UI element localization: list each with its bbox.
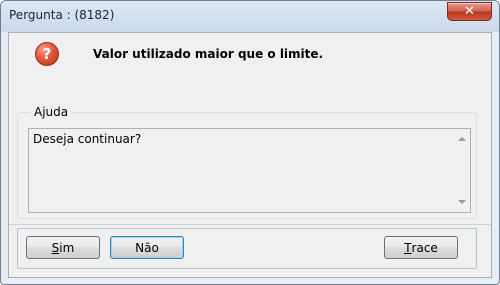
question-icon-glyph: ? (42, 45, 52, 63)
title-bar[interactable]: Pergunta : (8182) ✕ (1, 1, 499, 32)
scroll-down-arrow-icon[interactable] (458, 200, 466, 204)
dialog-window: Pergunta : (8182) ✕ ? Valor utilizado ma… (0, 0, 500, 285)
help-group: Ajuda Deseja continuar? (17, 105, 477, 219)
window-title: Pergunta : (8182) (9, 8, 115, 22)
close-icon: ✕ (464, 4, 475, 19)
no-button-label: Não (135, 240, 159, 255)
close-button[interactable]: ✕ (447, 2, 492, 21)
yes-button-label: im (59, 240, 75, 255)
help-scrollbar[interactable] (455, 129, 470, 212)
no-button[interactable]: Não (110, 236, 184, 259)
trace-button-mnemonic: T (404, 240, 412, 255)
yes-button[interactable]: Sim (26, 236, 100, 259)
question-icon: ? (35, 42, 59, 66)
separator (9, 224, 491, 225)
help-group-legend: Ajuda (30, 105, 73, 119)
help-text-area[interactable]: Deseja continuar? (28, 128, 471, 213)
button-panel: Sim Não Trace (17, 228, 477, 269)
trace-button-label: race (411, 240, 438, 255)
yes-button-mnemonic: S (51, 240, 60, 255)
dialog-content: ? Valor utilizado maior que o limite. Aj… (8, 32, 492, 278)
help-text: Deseja continuar? (33, 132, 142, 146)
trace-button[interactable]: Trace (384, 236, 458, 259)
scroll-up-arrow-icon[interactable] (458, 137, 466, 141)
dialog-message: Valor utilizado maior que o limite. (93, 47, 324, 61)
